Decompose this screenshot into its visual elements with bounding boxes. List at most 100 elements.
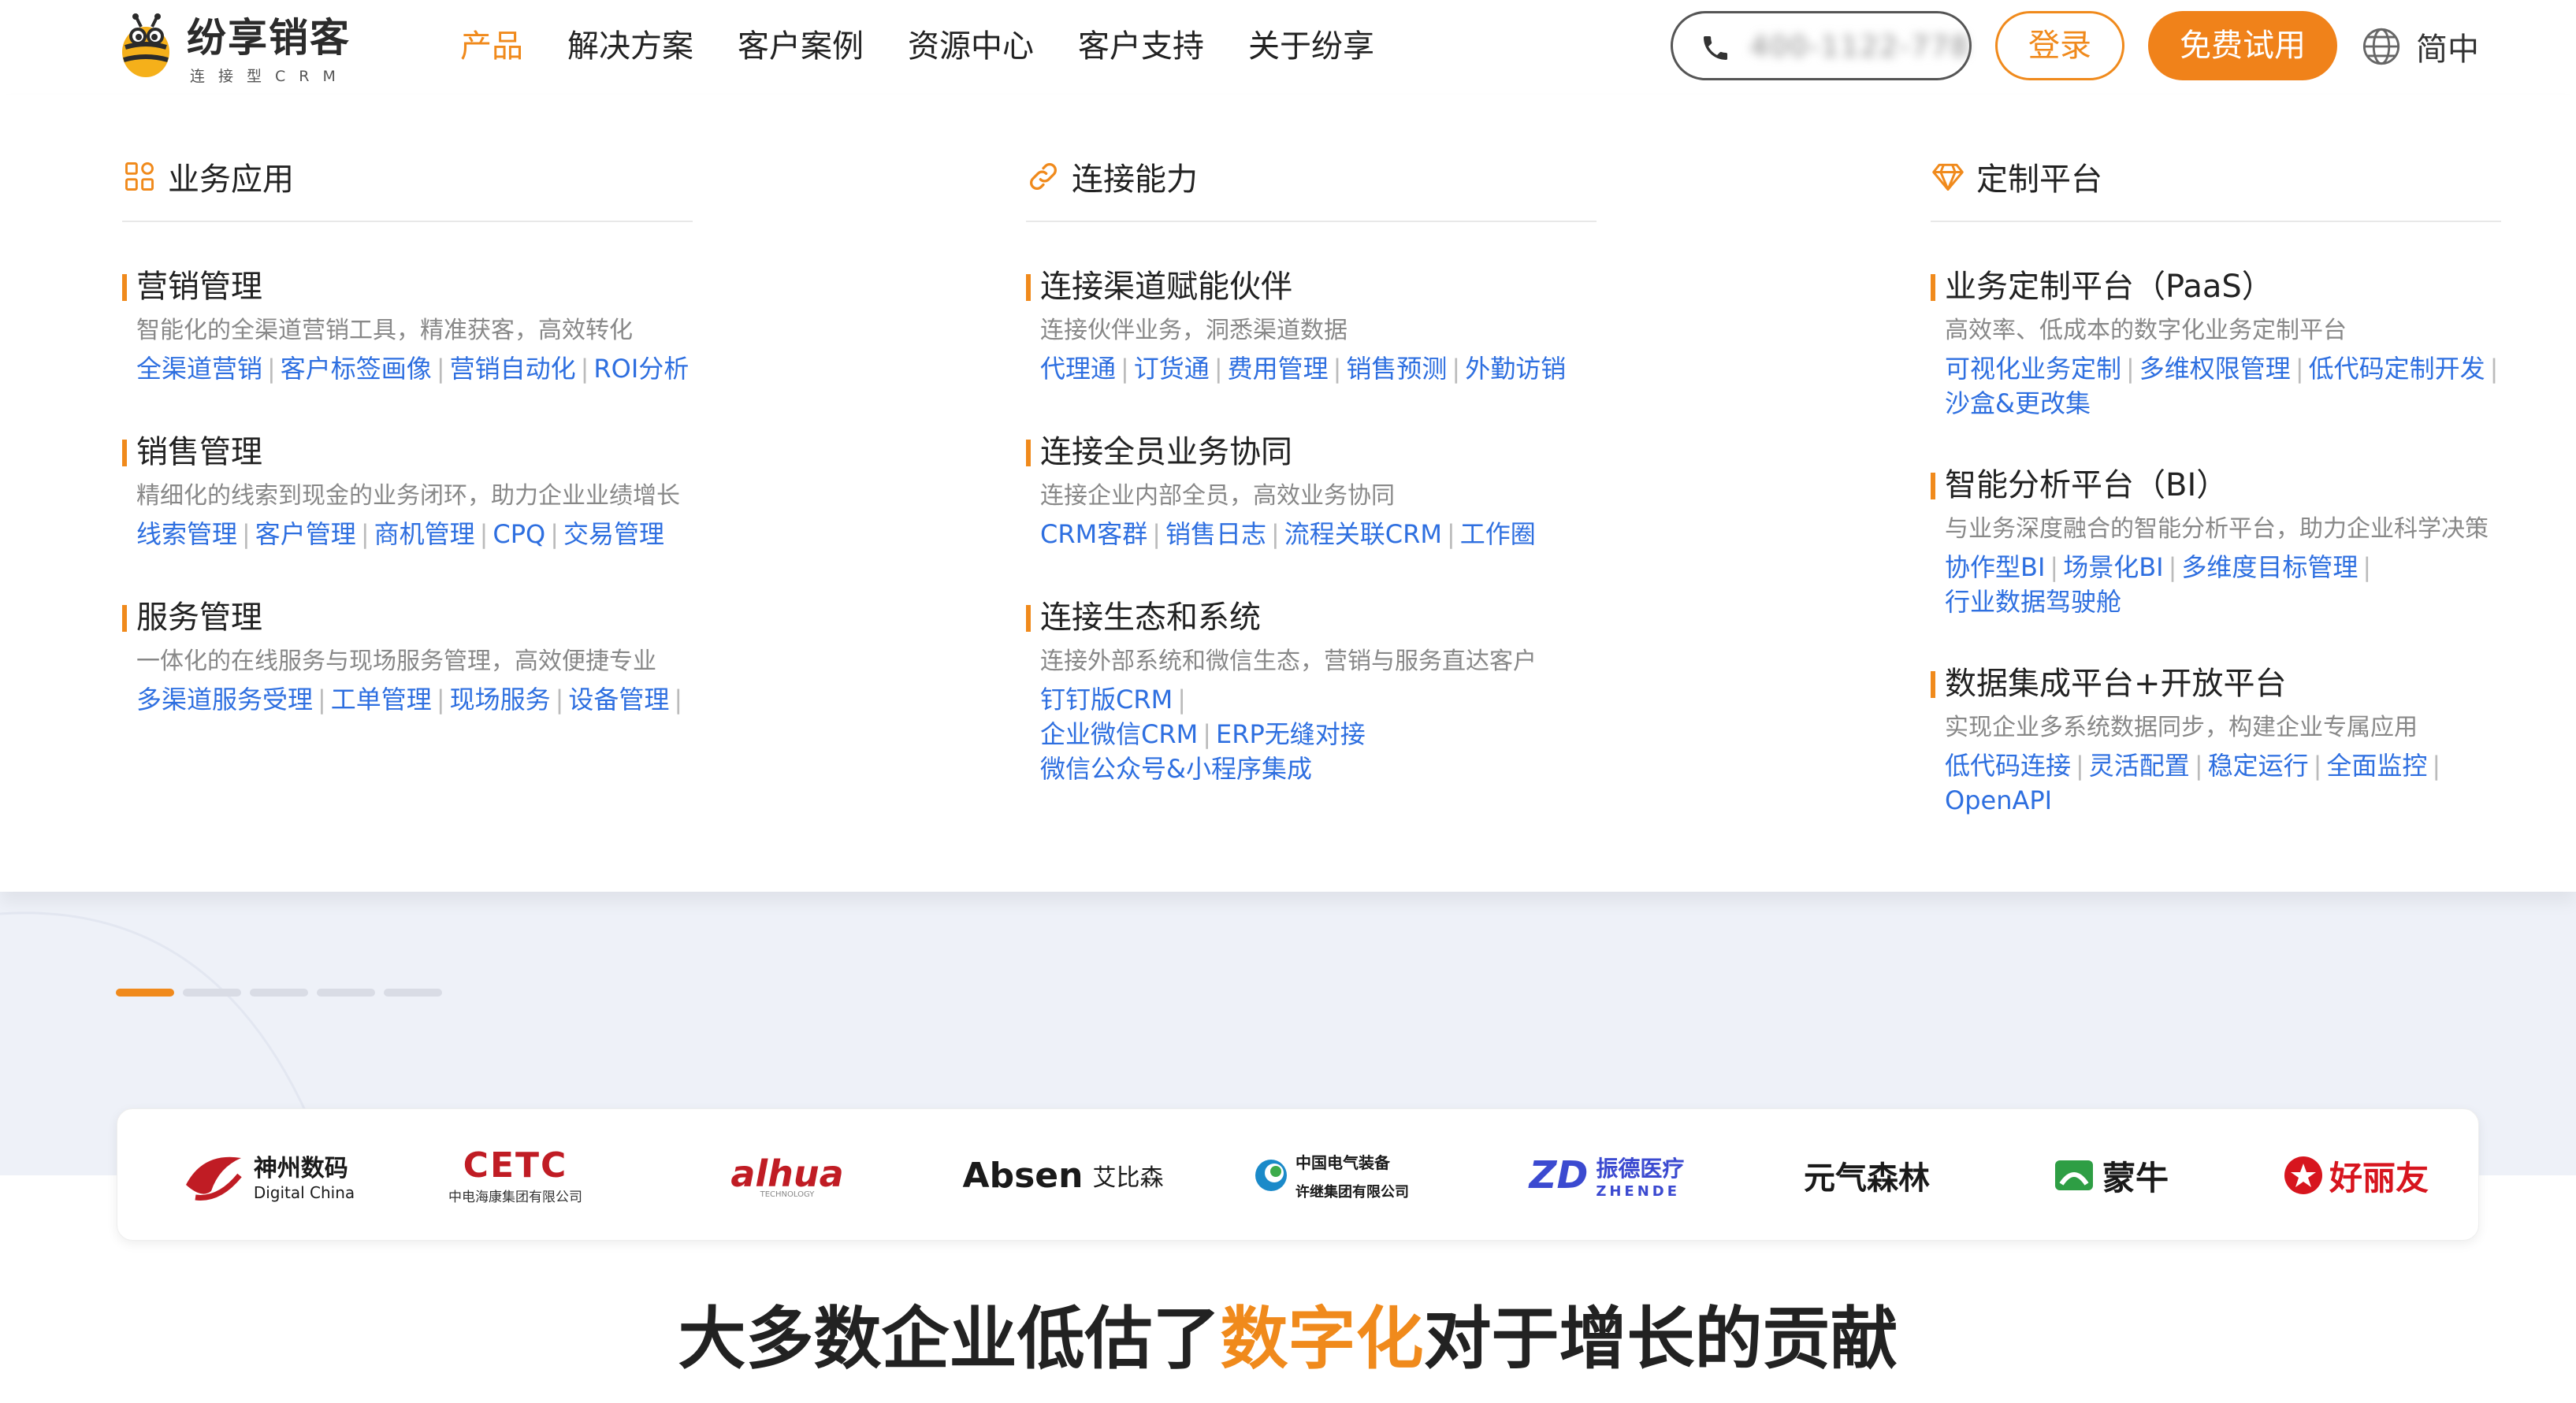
link-device-management[interactable]: 设备管理 [568,685,669,714]
client-name: Absen [962,1155,1084,1196]
section-desc: 一体化的在线服务与现场服务管理，高效便捷专业 [136,648,656,675]
link-goal-management[interactable]: 多维度目标管理 [2181,552,2358,582]
link-sales-forecast[interactable]: 销售预测 [1346,354,1447,384]
link-wecom-crm[interactable]: 企业微信CRM [1040,719,1198,749]
headline-suffix: 对于增长的贡献 [1423,1300,1898,1379]
brand-subtitle: 连接型CRM [190,68,349,85]
link-field-visits[interactable]: 外勤访销 [1465,354,1566,384]
phone-contact[interactable]: 400-1122-778 [1671,11,1972,80]
link-leads[interactable]: 线索管理 [136,519,237,549]
link-separator: | [1446,519,1455,549]
phone-icon [1704,36,1727,60]
link-separator: | [1203,719,1211,749]
client-name: CETC [463,1145,568,1186]
nav-item-cases[interactable]: 客户案例 [738,22,864,71]
link-ordering[interactable]: 订货通 [1134,354,1210,384]
link-omnichannel-marketing[interactable]: 全渠道营销 [136,354,262,384]
nav-item-solutions[interactable]: 解决方案 [567,22,693,71]
section-title[interactable]: 销售管理 [122,432,697,473]
nav-item-resources[interactable]: 资源中心 [908,22,1034,71]
nav-item-about[interactable]: 关于纷享 [1248,22,1374,71]
link-agent-portal[interactable]: 代理通 [1040,354,1116,384]
link-separator: | [2362,552,2372,582]
link-sandbox[interactable]: 沙盒&更改集 [1945,388,2091,418]
link-industry-cockpit[interactable]: 行业数据驾驶舱 [1945,587,2121,617]
section-title[interactable]: 智能分析平台（BI） [1931,465,2506,506]
link-customer-profile[interactable]: 客户标签画像 [281,354,432,384]
link-sales-journal[interactable]: 销售日志 [1165,519,1266,549]
link-separator: | [2194,751,2203,781]
link-separator: | [2076,751,2084,781]
brand-logo[interactable]: 纷享销客 连接型CRM [114,11,374,85]
link-crm-groups[interactable]: CRM客群 [1040,519,1147,549]
link-customers[interactable]: 客户管理 [255,519,356,549]
link-low-code-connect[interactable]: 低代码连接 [1945,751,2071,781]
link-transactions[interactable]: 交易管理 [563,519,664,549]
link-wechat-miniprogram[interactable]: 微信公众号&小程序集成 [1040,754,1312,784]
section-links: 低代码连接 | 灵活配置 | 稳定运行 | 全面监控 | OpenAPI [1945,748,2506,818]
link-separator: | [436,354,445,384]
section-title[interactable]: 连接生态和系统 [1026,597,1601,638]
section-title[interactable]: 服务管理 [122,597,697,638]
section-title[interactable]: 连接全员业务协同 [1026,432,1601,473]
zhende-mark-icon: ZD [1529,1153,1589,1197]
grid-apps-icon [125,162,154,191]
client-logo-orion: 好丽友 [2253,1109,2458,1242]
carousel-dot[interactable] [384,989,442,997]
link-separator: | [1214,354,1223,384]
column-title: 业务应用 [168,161,294,198]
section-links: 代理通 | 订货通 | 费用管理 | 销售预测 | 外勤访销 [1040,351,1601,386]
link-scenario-bi[interactable]: 场景化BI [2063,552,2163,582]
link-marketing-automation[interactable]: 营销自动化 [450,354,576,384]
client-name: 神州数码 [253,1155,348,1182]
login-button[interactable]: 登录 [1995,11,2124,80]
section-title[interactable]: 业务定制平台（PaaS） [1931,266,2506,307]
carousel-dot[interactable] [116,989,174,997]
language-switcher[interactable]: 简中 [2361,22,2479,71]
link-multichannel-service[interactable]: 多渠道服务受理 [136,685,313,714]
link-dingtalk-crm[interactable]: 钉钉版CRM [1040,685,1173,714]
link-separator: | [360,519,370,549]
carousel-dot[interactable] [183,989,241,997]
headline-highlight: 数字化 [1220,1300,1424,1379]
link-work-circle[interactable]: 工作圈 [1460,519,1536,549]
link-opportunities[interactable]: 商机管理 [374,519,475,549]
link-flexible-config[interactable]: 灵活配置 [2089,751,2190,781]
link-openapi[interactable]: OpenAPI [1945,785,2052,815]
link-collaborative-bi[interactable]: 协作型BI [1945,552,2045,582]
main-menu: 产品 解决方案 客户案例 资源中心 客户支持 关于纷享 [460,22,1418,71]
link-full-monitoring[interactable]: 全面监控 [2326,751,2427,781]
link-work-orders[interactable]: 工单管理 [331,685,432,714]
link-stable-operation[interactable]: 稳定运行 [2208,751,2309,781]
carousel-dot[interactable] [250,989,308,997]
section-desc: 精细化的线索到现金的业务闭环，助力企业业绩增长 [136,482,680,510]
column-header: 定制平台 [1931,153,2102,200]
client-subname: ZHENDE [1596,1182,1681,1200]
link-cpq[interactable]: CPQ [493,519,545,549]
nav-item-products[interactable]: 产品 [460,22,523,71]
carousel-dot[interactable] [317,989,375,997]
column-header: 业务应用 [122,153,294,200]
section-title[interactable]: 连接渠道赋能伙伴 [1026,266,1601,307]
link-expense-management[interactable]: 费用管理 [1228,354,1329,384]
free-trial-button[interactable]: 免费试用 [2148,11,2337,80]
nav-item-support[interactable]: 客户支持 [1078,22,1204,71]
brand-name: 纷享销客 [187,15,351,61]
link-field-service[interactable]: 现场服务 [450,685,551,714]
link-separator: | [318,685,326,714]
link-visual-customization[interactable]: 可视化业务定制 [1945,354,2121,384]
bee-mascot-icon [122,13,169,77]
client-subname: TECHNOLOGY [760,1190,815,1199]
link-low-code-dev[interactable]: 低代码定制开发 [2309,354,2485,384]
link-separator: | [2432,751,2441,781]
link-erp-integration[interactable]: ERP无缝对接 [1216,719,1366,749]
column-divider [1026,221,1597,222]
section-title[interactable]: 营销管理 [122,266,697,307]
link-workflow-crm[interactable]: 流程关联CRM [1284,519,1442,549]
link-permissions[interactable]: 多维权限管理 [2139,354,2291,384]
link-icon [1030,163,1057,190]
link-separator: | [267,354,276,384]
section-title[interactable]: 数据集成平台+开放平台 [1931,663,2506,704]
link-roi-analysis[interactable]: ROI分析 [593,354,689,384]
link-separator: | [674,685,683,714]
